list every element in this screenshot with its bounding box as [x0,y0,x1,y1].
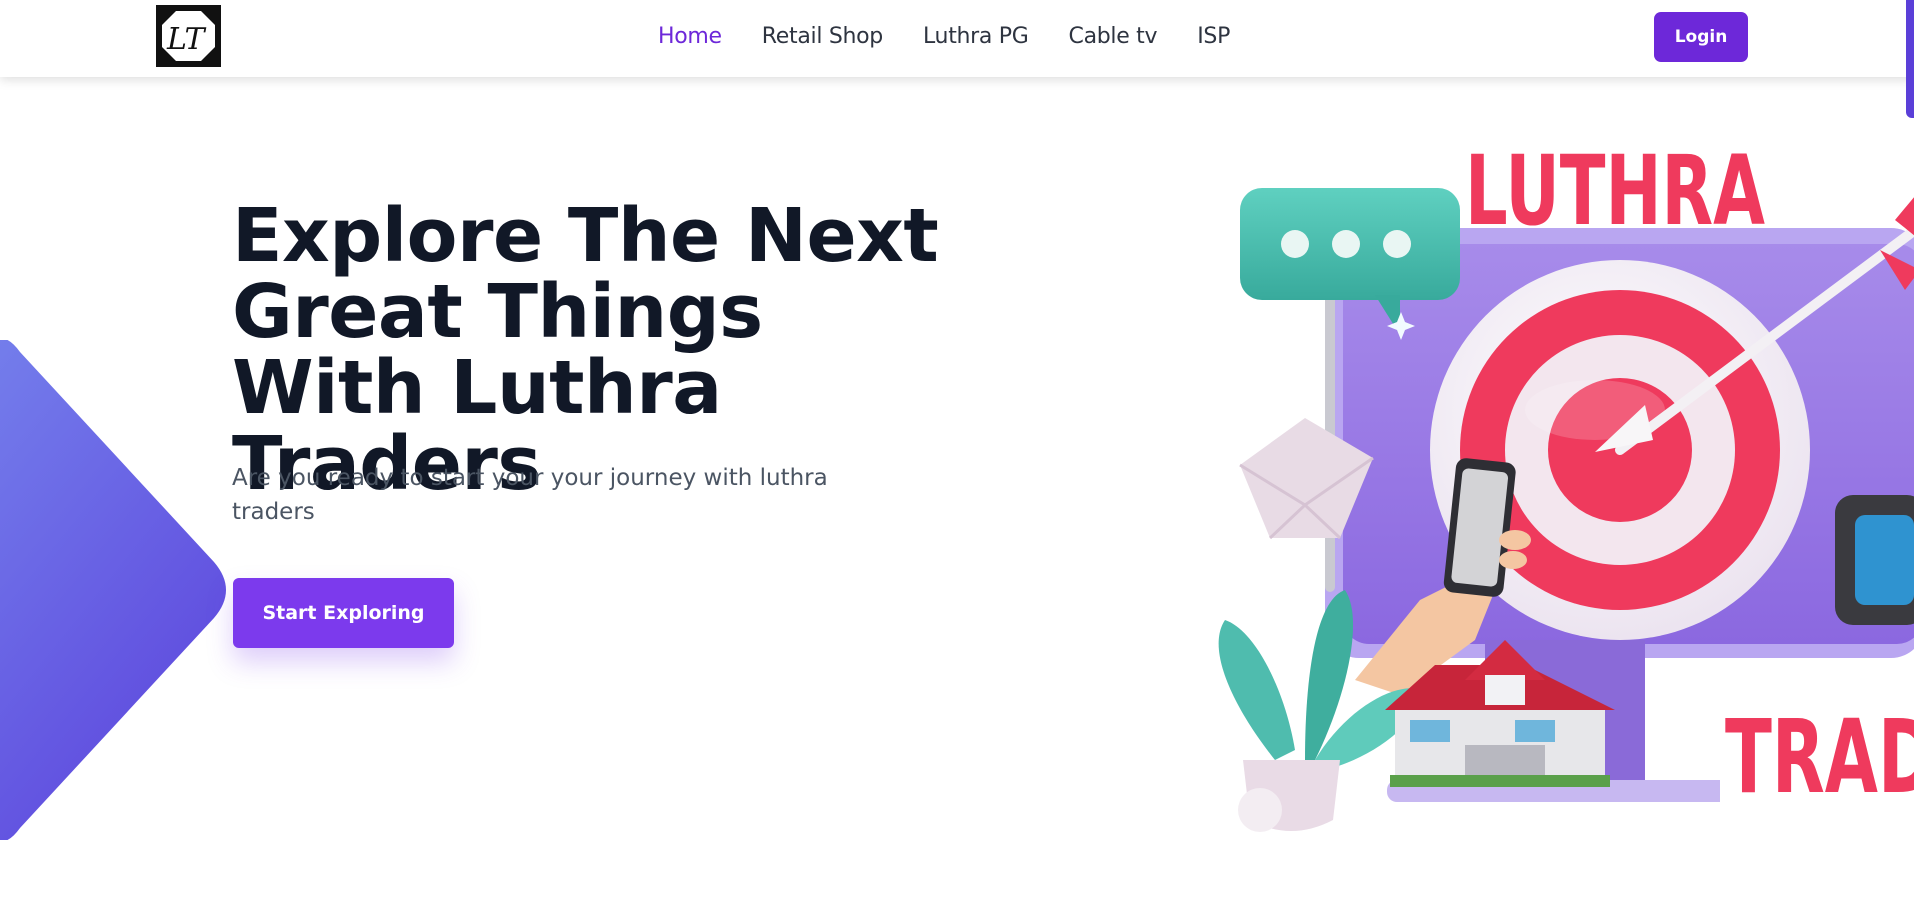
logo-text: LT [166,22,206,57]
nav-luthra-pg[interactable]: Luthra PG [923,24,1029,49]
logo-mark-icon: LT [156,5,221,67]
nav-home[interactable]: Home [658,24,722,49]
illustration-top-text: LUTHRA [1465,135,1765,247]
landing-page: LT Home Retail Shop Luthra PG Cable tv I… [0,0,1914,906]
scrollbar-thumb[interactable] [1906,0,1914,118]
navbar: LT Home Retail Shop Luthra PG Cable tv I… [0,0,1914,77]
hero-subtitle: Are you ready to start your your journey… [232,465,828,525]
nav-isp[interactable]: ISP [1197,24,1230,49]
hero-title: Explore The Next Great Things With Luthr… [232,193,939,507]
smartwatch-icon [1835,495,1914,625]
start-exploring-button[interactable]: Start Exploring [233,578,454,648]
illustration-bottom-text: TRAD [1725,698,1914,817]
logo[interactable]: LT [156,5,221,67]
decorative-diamond-shape [0,340,226,840]
hero-illustration: LUTHRA TRAD [1215,120,1914,836]
login-button[interactable]: Login [1654,12,1748,62]
nav-cable-tv[interactable]: Cable tv [1069,24,1158,49]
main-nav: Home Retail Shop Luthra PG Cable tv ISP [658,24,1230,49]
nav-retail-shop[interactable]: Retail Shop [762,24,884,49]
